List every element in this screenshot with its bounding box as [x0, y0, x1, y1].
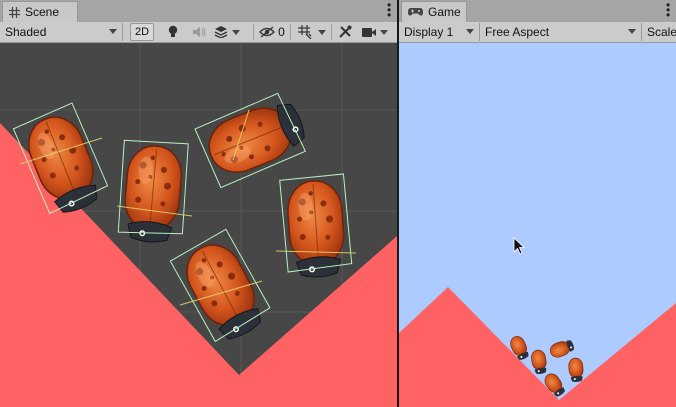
grid-snap-dropdown[interactable]	[293, 23, 331, 41]
hidden-count: 0	[278, 25, 285, 39]
mode-2d-button[interactable]: 2D	[130, 23, 154, 41]
chevron-down-icon	[628, 29, 636, 34]
audio-toggle-button[interactable]	[188, 23, 210, 41]
grid-icon	[9, 6, 20, 18]
game-view[interactable]	[399, 43, 676, 407]
lighting-toggle-button[interactable]	[162, 23, 184, 41]
scale-slider[interactable]: Scale	[642, 23, 676, 41]
lightbulb-icon	[168, 25, 178, 37]
effects-icon	[214, 26, 228, 38]
camera-icon	[362, 27, 376, 37]
toolbar-divider	[290, 24, 291, 40]
game-kebab-menu-icon[interactable]: • • •	[666, 0, 670, 21]
game-toolbar: Display 1 Free Aspect Scale	[399, 22, 676, 43]
hidden-objects-toggle[interactable]: 0	[257, 23, 287, 41]
grid-snap-icon	[298, 25, 312, 39]
toolbar-divider	[253, 24, 254, 40]
scene-tab-bar: Scene • • •	[0, 0, 397, 23]
scene-kebab-menu-icon[interactable]: • • •	[387, 0, 391, 21]
display-dropdown[interactable]: Display 1	[399, 23, 480, 41]
scene-view[interactable]	[0, 43, 397, 407]
scale-label: Scale	[647, 25, 676, 39]
tools-icon	[339, 25, 352, 38]
shading-mode-value: Shaded	[5, 25, 47, 39]
aspect-dropdown[interactable]: Free Aspect	[480, 23, 642, 41]
display-value: Display 1	[404, 25, 454, 39]
game-tab-label: Game	[428, 5, 461, 19]
chevron-down-icon	[466, 29, 474, 34]
scene-toolbar: Shaded 2D 0	[0, 22, 397, 43]
scene-tab-label: Scene	[25, 5, 60, 19]
visibility-icon	[259, 26, 276, 38]
chevron-down-icon	[318, 29, 326, 35]
game-panel: Game • • • Display 1 Free Aspect Scale	[399, 0, 676, 407]
effects-dropdown[interactable]	[210, 23, 244, 41]
gamepad-icon	[408, 8, 423, 16]
tab-scene[interactable]: Scene	[2, 1, 78, 22]
mode-2d-label: 2D	[134, 26, 150, 38]
toolbar-divider	[331, 24, 332, 40]
aspect-value: Free Aspect	[485, 25, 550, 39]
tools-button[interactable]	[334, 23, 356, 41]
audio-icon	[193, 27, 206, 37]
camera-dropdown[interactable]	[358, 23, 392, 41]
shading-mode-dropdown[interactable]: Shaded	[0, 23, 123, 41]
tab-game[interactable]: Game	[401, 1, 467, 22]
chevron-down-icon	[109, 29, 117, 34]
chevron-down-icon	[232, 29, 240, 35]
chevron-down-icon	[380, 29, 388, 35]
scene-panel: Scene • • • Shaded 2D 0	[0, 0, 397, 407]
game-tab-bar: Game • • •	[399, 0, 676, 23]
